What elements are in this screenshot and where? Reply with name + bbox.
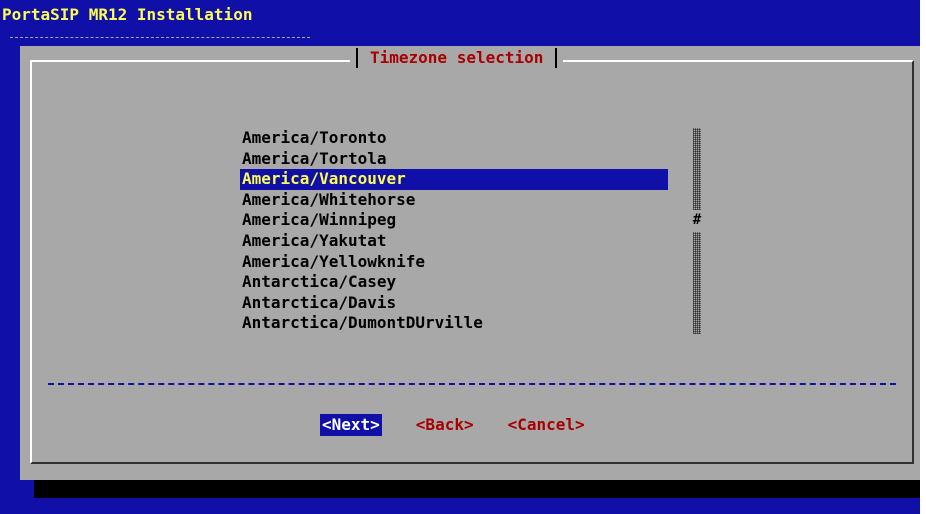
timezone-list[interactable]: America/Toronto America/Tortola America/…	[240, 128, 668, 334]
button-row: <Next> <Back> <Cancel>	[320, 414, 587, 436]
list-item-america-vancouver[interactable]: America/Vancouver	[240, 169, 668, 190]
list-item-america-winnipeg[interactable]: America/Winnipeg	[240, 210, 668, 231]
screen-right-margin	[920, 0, 926, 514]
list-scrollbar[interactable]: #	[692, 128, 702, 334]
cancel-button[interactable]: <Cancel>	[506, 414, 587, 436]
timezone-dialog: Timezone selection America/Toronto Ameri…	[20, 46, 920, 480]
list-item-america-whitehorse[interactable]: America/Whitehorse	[240, 190, 668, 211]
app-title: PortaSIP MR12 Installation	[2, 5, 253, 24]
scrollbar-track-top[interactable]	[693, 128, 701, 210]
installer-screen: PortaSIP MR12 Installation Timezone sele…	[0, 0, 926, 514]
list-item-america-toronto[interactable]: America/Toronto	[240, 128, 668, 149]
dialog-title: Timezone selection	[370, 48, 544, 67]
button-separator	[48, 383, 896, 385]
title-underline	[10, 37, 310, 38]
title-left-bar	[356, 48, 358, 68]
list-item-america-yakutat[interactable]: America/Yakutat	[240, 231, 668, 252]
list-item-antarctica-davis[interactable]: Antarctica/Davis	[240, 293, 668, 314]
scrollbar-track-bottom[interactable]	[693, 232, 701, 334]
dialog-shadow	[34, 480, 920, 498]
back-button[interactable]: <Back>	[414, 414, 476, 436]
dialog-title-box: Timezone selection	[350, 48, 564, 68]
list-item-antarctica-casey[interactable]: Antarctica/Casey	[240, 272, 668, 293]
list-item-america-tortola[interactable]: America/Tortola	[240, 149, 668, 170]
list-item-america-yellowknife[interactable]: America/Yellowknife	[240, 252, 668, 273]
scrollbar-thumb[interactable]: #	[692, 210, 702, 230]
next-button[interactable]: <Next>	[320, 414, 382, 436]
list-item-antarctica-dumontdurville[interactable]: Antarctica/DumontDUrville	[240, 313, 668, 334]
title-right-bar	[555, 48, 558, 68]
